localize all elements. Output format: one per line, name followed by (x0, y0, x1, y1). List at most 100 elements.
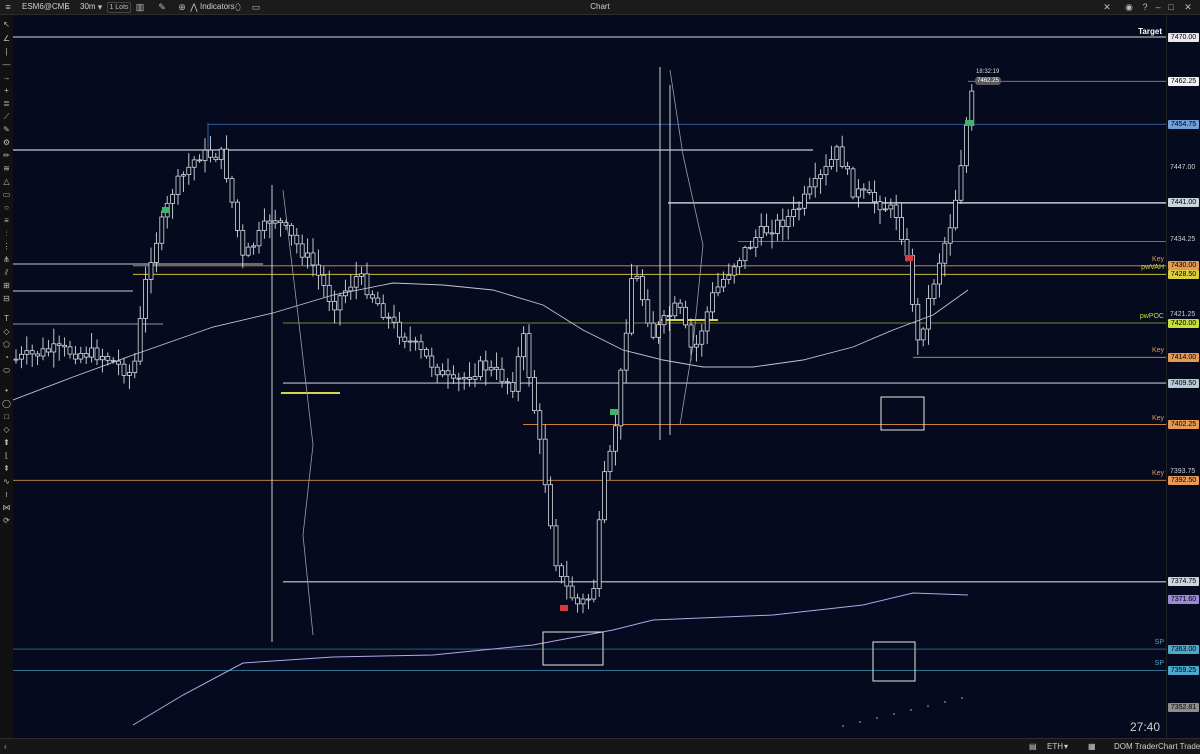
pencil-icon[interactable]: ✏ (1, 150, 12, 161)
channel-icon[interactable]: ≋ (1, 163, 12, 174)
pen-icon[interactable]: ✎ (1, 124, 12, 135)
candle-body (13, 358, 19, 361)
candle-body (299, 243, 305, 258)
lots-selector[interactable]: 1 Lots (107, 2, 131, 13)
crosshair-tool-icon[interactable]: + (1, 85, 12, 96)
price-chart[interactable]: Target 18:32:19 7462.25 27:40 Key pwVAH pw… (13, 15, 1166, 738)
trend-line-icon[interactable]: ⟋ (1, 111, 12, 122)
candle-body (780, 219, 786, 227)
projection-dot (910, 709, 912, 711)
candle-body (710, 292, 715, 313)
search-icon[interactable]: ⌕ (62, 2, 72, 12)
candle-body (866, 189, 872, 193)
arrow-up-icon[interactable]: ⬆ (1, 437, 12, 448)
region-icon[interactable]: ⊟ (1, 293, 12, 304)
triangle-icon[interactable]: △ (1, 176, 12, 187)
candle-body (829, 159, 834, 167)
minimize-icon[interactable]: – (1153, 2, 1163, 12)
text-icon[interactable]: T (1, 313, 12, 324)
candle-body (110, 359, 116, 362)
fib-time-icon[interactable]: ⋮ (1, 241, 12, 252)
polygon-icon[interactable]: ⬠ (1, 339, 12, 350)
wave-icon[interactable]: ∿ (1, 476, 12, 487)
maximize-icon[interactable]: □ (1166, 2, 1176, 12)
candle-body (623, 332, 629, 371)
candle-body (477, 360, 483, 377)
dot-icon[interactable]: • (1, 385, 12, 396)
window-title: Chart (590, 2, 610, 11)
stairs-icon[interactable]: ⌊ (1, 450, 12, 461)
measure-icon[interactable]: ⊞ (1, 280, 12, 291)
zoom-icon[interactable]: ⊕ (177, 2, 187, 12)
app-menu-icon[interactable]: ≡ (3, 2, 13, 12)
lock-drawings-icon[interactable]: ⟳ (1, 515, 12, 526)
arc-icon[interactable]: ◔ (1, 352, 12, 363)
help-icon[interactable]: ? (1140, 2, 1150, 12)
diamond-marker-icon[interactable]: ◇ (1, 424, 12, 435)
close-icon[interactable]: ✕ (1183, 2, 1193, 12)
price-axis[interactable]: 7470.00 7462.25 7454.75 7447.00 7441.00 7434.… (1166, 15, 1200, 738)
timeframe-selector[interactable]: 30m (80, 0, 96, 14)
square-marker-icon[interactable]: □ (1, 411, 12, 422)
horizontal-line-icon[interactable]: — (1, 59, 12, 70)
level-label: Key (1151, 255, 1164, 263)
candle-body (850, 168, 856, 198)
vertical-line-icon[interactable]: | (1, 46, 12, 57)
crosshair-icon[interactable]: ✕ (1102, 2, 1112, 12)
indicators-button[interactable]: Indicators (200, 0, 235, 14)
pitchfork-icon[interactable]: ⋔ (1, 254, 12, 265)
candle-body (542, 438, 548, 486)
candle-body (78, 353, 84, 360)
fib-icon[interactable]: ≣ (1, 98, 12, 109)
strategies-icon[interactable]: ⬯ (233, 2, 243, 12)
candle-body (337, 295, 343, 311)
candle-body (569, 585, 575, 599)
gann-fan-icon[interactable]: ⫽ (1, 267, 12, 278)
candle-body (694, 343, 699, 348)
chevron-left-icon[interactable]: ‹ (4, 739, 7, 754)
session-selector[interactable]: ETH (1047, 739, 1063, 754)
price-tag: 7374.75 (1168, 577, 1199, 587)
chevron-down-icon[interactable]: ▾ (95, 2, 105, 12)
candle-body (326, 285, 332, 302)
circle-marker-icon[interactable]: ◯ (1, 398, 12, 409)
rectangle-icon[interactable]: ▭ (1, 189, 12, 200)
candle-body (40, 348, 46, 357)
candle-body (456, 377, 462, 380)
data-box-icon[interactable]: ▤ (1029, 739, 1037, 754)
candle-body (672, 302, 678, 317)
bar-type-icon[interactable]: ▥ (135, 2, 145, 12)
chevron-down-icon[interactable]: ▾ (1064, 739, 1068, 754)
candle-body (607, 450, 613, 473)
candle-body (596, 519, 602, 589)
ray-icon[interactable]: → (1, 72, 12, 83)
fib-extension-icon[interactable]: ⫶ (1, 228, 12, 239)
templates-icon[interactable]: ▭ (251, 2, 261, 12)
candle-body (105, 355, 111, 361)
oval-icon[interactable]: ⬭ (1, 365, 12, 376)
regression-icon[interactable]: ≡ (1, 215, 12, 226)
candle-body (396, 321, 402, 338)
candle-body (89, 347, 94, 358)
calendar-icon[interactable]: ▦ (1088, 739, 1096, 754)
camera-icon[interactable]: ◉ (1124, 2, 1134, 12)
indicators-icon[interactable]: ⋀ (189, 2, 199, 12)
tag-icon[interactable]: ◇ (1, 326, 12, 337)
candle-body (677, 302, 683, 308)
drawing-tools-icon[interactable]: ✎ (157, 2, 167, 12)
pointer-icon[interactable]: ↖ (1, 19, 12, 30)
candle-body (46, 348, 51, 353)
price-tag: 7352.81 (1168, 702, 1199, 712)
level-label: Key (1151, 414, 1164, 422)
risk-reward-icon[interactable]: ⇞ (1, 463, 12, 474)
price-scale-label: 7393.75 (1170, 468, 1196, 476)
pattern-icon[interactable]: ⋈ (1, 502, 12, 513)
zigzag-icon[interactable]: ≀ (1, 489, 12, 500)
candle-body (186, 166, 192, 176)
ruler-icon[interactable]: ∠ (1, 33, 12, 44)
dom-trader-button[interactable]: DOM Trader (1114, 739, 1158, 754)
chart-trader-button[interactable]: Chart Trader (1158, 739, 1200, 754)
ellipse-icon[interactable]: ○ (1, 202, 12, 213)
gann-icon[interactable]: ⚙ (1, 137, 12, 148)
candle-body (877, 201, 883, 211)
